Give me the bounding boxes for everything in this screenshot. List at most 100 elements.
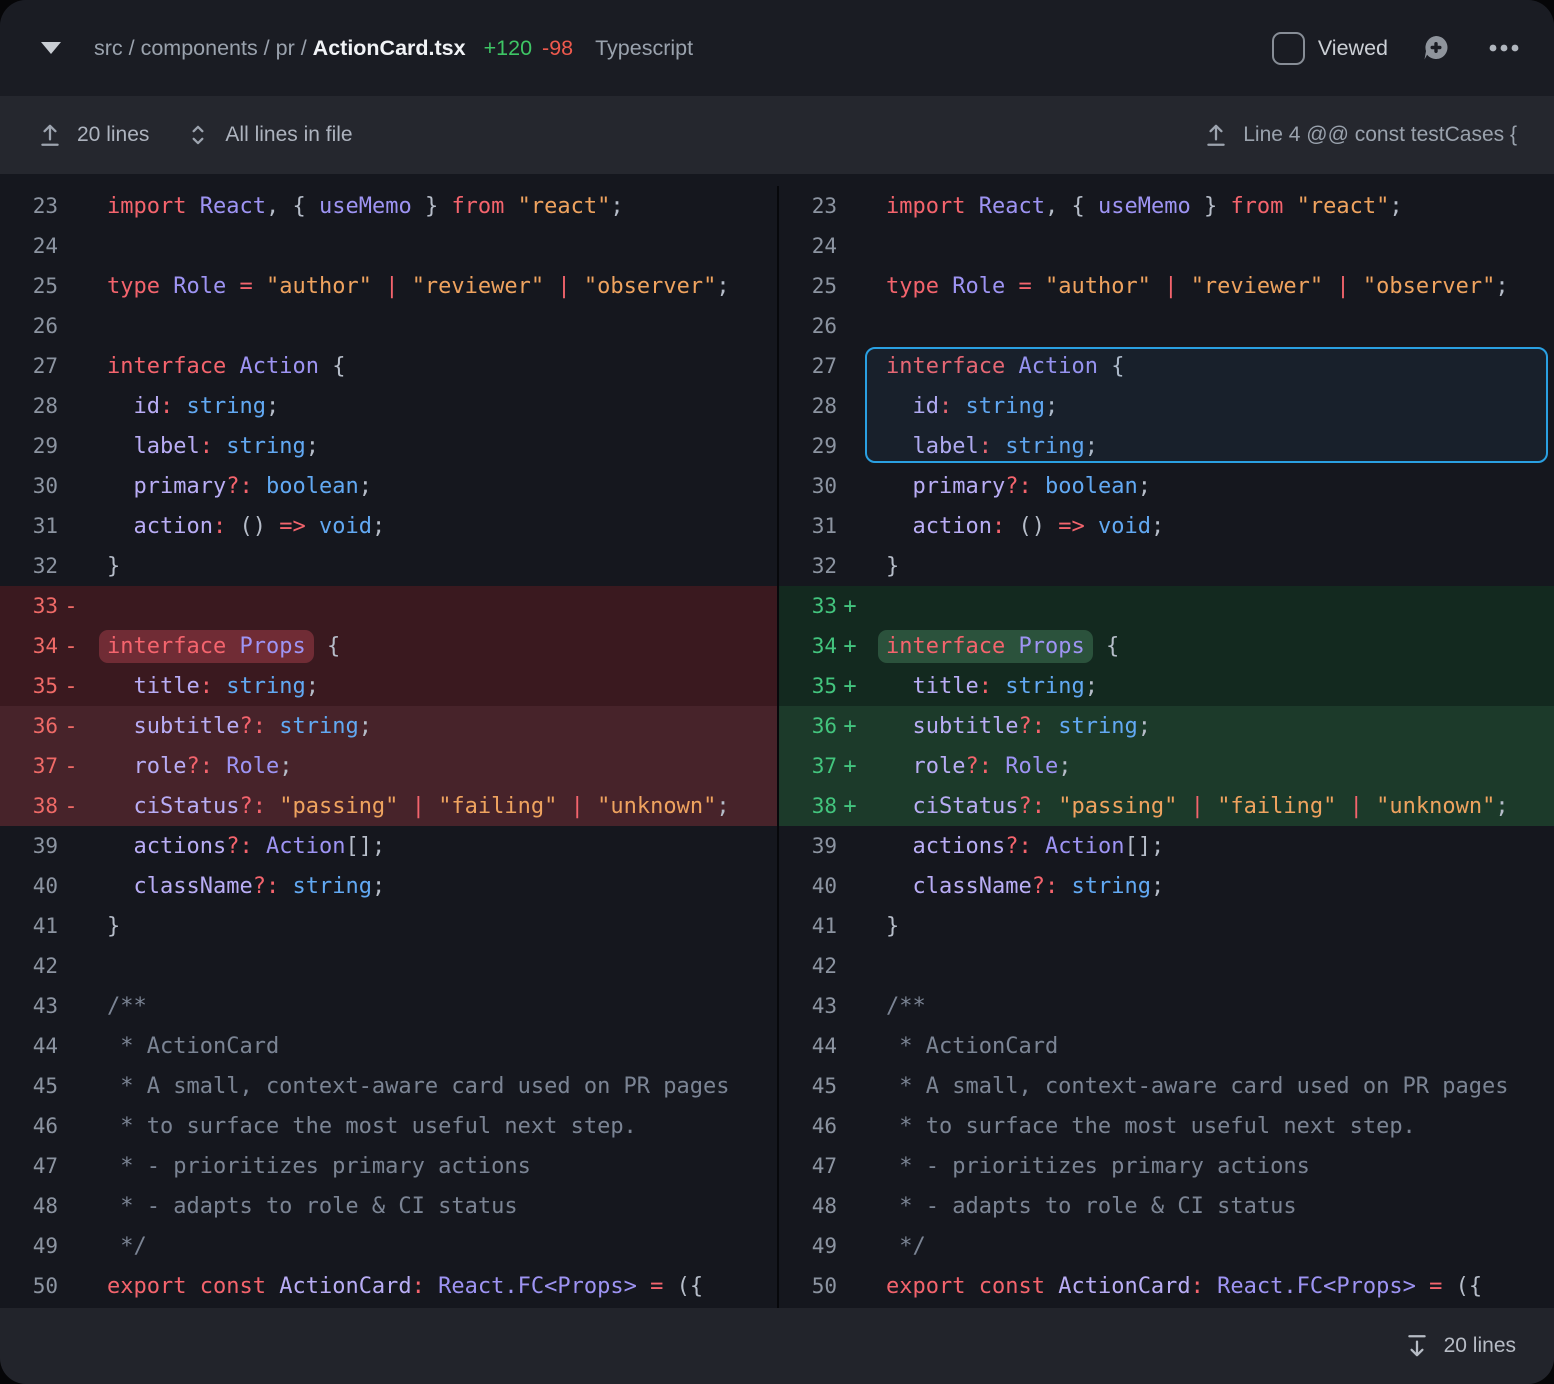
code-line: action: () => void; [863,514,1164,539]
line-number: 35 [779,674,837,698]
diff-row-right-50: 50export const ActionCard: React.FC<Prop… [779,1266,1554,1306]
diff-row-left-41: 41} [0,906,777,946]
line-number: 24 [0,234,58,258]
line-number: 39 [0,834,58,858]
diff-row-left-43: 43/** [0,986,777,1026]
line-number: 27 [779,354,837,378]
diff-row-right-25: 25type Role = "author" | "reviewer" | "o… [779,266,1554,306]
line-number: 29 [779,434,837,458]
code-line: * to surface the most useful next step. [84,1114,637,1139]
comment-add-icon [1420,32,1452,64]
diff-row-left-47: 47 * - prioritizes primary actions [0,1146,777,1186]
diff-row-left-27: 27interface Action { [0,346,777,386]
diff-sign: + [837,634,863,659]
expand-up-20-button[interactable]: 20 lines [37,122,149,148]
line-number: 46 [779,1114,837,1138]
line-number: 39 [779,834,837,858]
diff-row-left-31: 31 action: () => void; [0,506,777,546]
diff-row-left-44: 44 * ActionCard [0,1026,777,1066]
expand-down-20-button[interactable]: 20 lines [1404,1333,1516,1359]
expand-hunk-button[interactable]: Line 4 @@ const testCases { [1203,122,1517,148]
diff-sign: - [58,794,84,819]
line-number: 31 [779,514,837,538]
line-number: 25 [779,274,837,298]
overflow-menu-button[interactable] [1484,32,1524,64]
code-line: * ActionCard [84,1034,279,1059]
line-number: 28 [0,394,58,418]
code-line: import React, { useMemo } from "react"; [84,194,624,219]
line-number: 43 [779,994,837,1018]
line-number: 34 [0,634,58,658]
code-line: */ [84,1234,147,1259]
code-line: className?: string; [84,874,385,899]
expand-footer: 20 lines [0,1308,1554,1384]
code-line: primary?: boolean; [863,474,1151,499]
code-line: * A small, context-aware card used on PR… [863,1074,1509,1099]
code-line: label: string; [84,434,319,459]
diff-row-right-46: 46 * to surface the most useful next ste… [779,1106,1554,1146]
code-line: */ [863,1234,926,1259]
expand-all-lines-button[interactable]: All lines in file [185,122,352,148]
code-line: ciStatus?: "passing" | "failing" | "unkn… [84,794,730,819]
diff-row-left-23: 23 import React, { useMemo } from "react"… [0,186,777,226]
diff-sign: - [58,594,84,619]
diff-row-left-26: 26 [0,306,777,346]
line-number: 36 [779,714,837,738]
line-number: 34 [779,634,837,658]
line-number: 49 [0,1234,58,1258]
toolbar-right: Line 4 @@ const testCases { [1203,122,1517,148]
diff-sign: + [837,794,863,819]
expand-toolbar: 20 lines All lines in file Line 4 @@ con… [0,96,1554,174]
line-number: 47 [0,1154,58,1178]
expand-up-icon [37,122,63,148]
line-number: 48 [779,1194,837,1218]
diff-row-left-49: 49 */ [0,1226,777,1266]
diff-row-right-36: 36+ subtitle?: string; [779,706,1554,746]
line-number: 32 [0,554,58,578]
code-line: type Role = "author" | "reviewer" | "obs… [84,274,730,299]
diff-row-right-47: 47 * - prioritizes primary actions [779,1146,1554,1186]
code-line: subtitle?: string; [863,714,1151,739]
line-number: 23 [779,194,837,218]
diff-row-left-29: 29 label: string; [0,426,777,466]
caret-down-icon [41,42,61,54]
code-line: actions?: Action[]; [84,834,385,859]
diff-row-left-30: 30 primary?: boolean; [0,466,777,506]
code-line: subtitle?: string; [84,714,372,739]
code-line: } [84,914,120,939]
diff-row-left-24: 24 [0,226,777,266]
line-number: 24 [779,234,837,258]
diff-row-right-38: 38+ ciStatus?: "passing" | "failing" | "… [779,786,1554,826]
code-line: * - prioritizes primary actions [84,1154,531,1179]
diff-row-right-31: 31 action: () => void; [779,506,1554,546]
line-number: 50 [0,1274,58,1298]
line-number: 23 [0,194,58,218]
add-comment-button[interactable] [1420,32,1452,64]
code-line: id: string; [863,394,1058,419]
code-line: /** [863,994,926,1019]
diff-pane-old: 23 import React, { useMemo } from "react"… [0,186,777,1308]
line-number: 40 [779,874,837,898]
code-line: id: string; [84,394,279,419]
line-number: 41 [0,914,58,938]
code-line: className?: string; [863,874,1164,899]
collapse-file-button[interactable] [38,35,64,61]
unfold-icon [185,122,211,148]
diff-row-left-50: 50export const ActionCard: React.FC<Prop… [0,1266,777,1306]
code-line: * - adapts to role & CI status [84,1194,518,1219]
expand-up-icon [1203,122,1229,148]
footer-expand-label: 20 lines [1444,1334,1516,1358]
line-number: 50 [779,1274,837,1298]
diff-row-left-37: 37- role?: Role; [0,746,777,786]
word-diff-highlight: interface Props [99,630,314,663]
line-number: 25 [0,274,58,298]
diff-row-left-34: 34-interface Props { [0,626,777,666]
header-actions: Viewed [1272,32,1524,65]
line-number: 43 [0,994,58,1018]
line-number: 29 [0,434,58,458]
diff-row-left-46: 46 * to surface the most useful next ste… [0,1106,777,1146]
diff-sign: - [58,634,84,659]
code-line: actions?: Action[]; [863,834,1164,859]
viewed-checkbox[interactable] [1272,32,1305,65]
code-line: action: () => void; [84,514,385,539]
